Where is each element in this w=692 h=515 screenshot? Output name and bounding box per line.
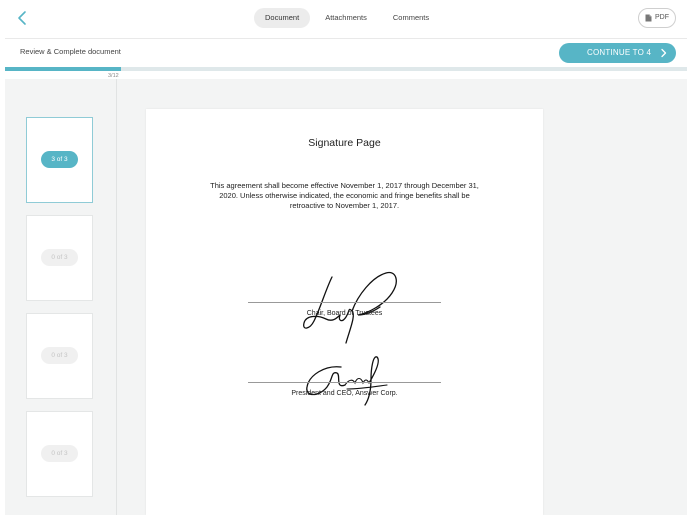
thumbnail-badge: 0 of 3 [41,347,78,364]
main-area: 3 of 3 0 of 3 0 of 3 0 of 3 Signature Pa… [5,79,687,515]
document-page: Signature Page This agreement shall beco… [146,109,543,515]
thumbnail-page-4[interactable]: 0 of 3 [26,411,93,497]
continue-button-label: CONTINUE TO 4 [587,48,652,57]
thumbnail-badge: 3 of 3 [41,151,78,168]
page-title: Signature Page [308,137,381,149]
pdf-button[interactable]: PDF [638,8,676,28]
signature-line [248,302,441,303]
review-bar: Review & Complete document CONTINUE TO 4 [5,38,687,66]
continue-button[interactable]: CONTINUE TO 4 [559,43,676,63]
back-chevron-icon[interactable] [14,9,32,27]
page-thumbnails: 3 of 3 0 of 3 0 of 3 0 of 3 [5,79,117,515]
thumbnail-page-1[interactable]: 3 of 3 [26,117,93,203]
pdf-button-label: PDF [655,14,669,21]
signature-caption: President and CEO, Answer Corp. [291,390,398,397]
signature-line [248,382,441,383]
progress-fill [5,67,121,71]
review-title: Review & Complete document [20,47,121,56]
page-body-text: This agreement shall become effective No… [210,181,479,210]
thumbnail-badge: 0 of 3 [41,445,78,462]
signature-chair[interactable] [296,259,406,349]
thumbnail-page-3[interactable]: 0 of 3 [26,313,93,399]
file-icon [645,14,652,22]
chevron-right-icon [661,48,667,58]
thumbnail-page-2[interactable]: 0 of 3 [26,215,93,301]
tab-document[interactable]: Document [254,8,311,28]
tab-comments[interactable]: Comments [382,8,440,28]
document-tabs: Document Attachments Comments [254,8,440,28]
thumbnail-badge: 0 of 3 [41,249,78,266]
progress-bar [5,67,687,71]
signature-caption: Chair, Board of Trustees [306,310,383,317]
top-bar: Document Attachments Comments PDF [0,0,692,37]
tab-attachments[interactable]: Attachments [314,8,378,28]
signature-president[interactable] [301,349,396,409]
